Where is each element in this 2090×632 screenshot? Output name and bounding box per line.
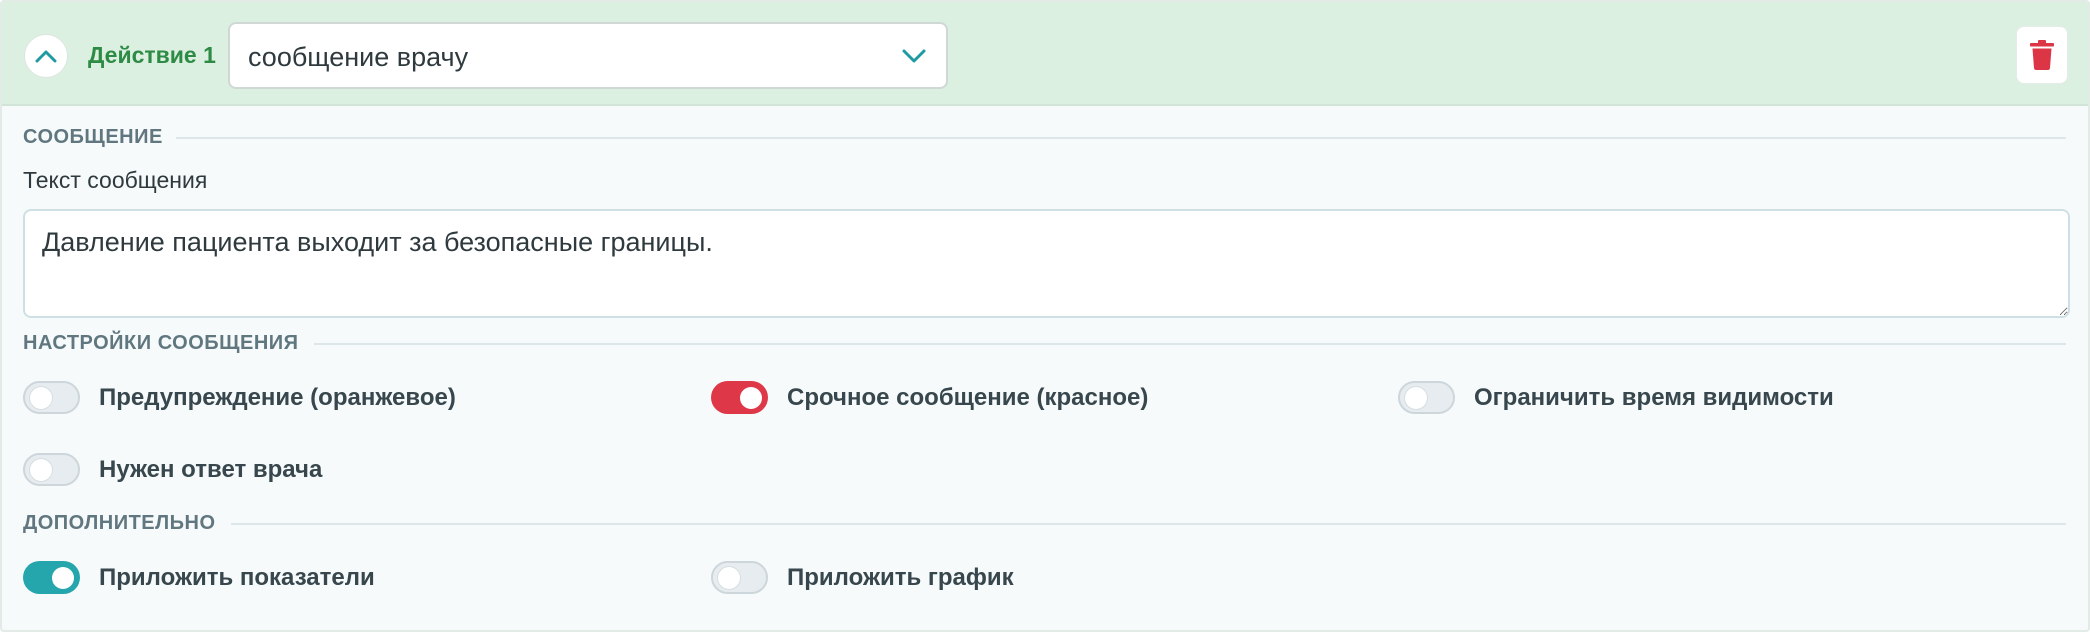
toggle-doctor-reply[interactable]: Нужен ответ врача bbox=[23, 453, 322, 486]
toggle-switch[interactable] bbox=[711, 381, 768, 414]
toggle-switch[interactable] bbox=[23, 381, 80, 414]
toggle-label: Срочное сообщение (красное) bbox=[787, 383, 1149, 411]
toggle-limit-visibility[interactable]: Ограничить время видимости bbox=[1398, 381, 1834, 414]
action-type-select[interactable]: сообщение врачу bbox=[228, 22, 948, 89]
toggle-label: Приложить график bbox=[787, 563, 1014, 591]
message-text-input[interactable]: Давление пациента выходит за безопасные … bbox=[23, 209, 2070, 318]
chevron-up-icon bbox=[35, 50, 57, 63]
toggle-label: Приложить показатели bbox=[99, 563, 375, 591]
section-divider bbox=[176, 137, 2066, 139]
chevron-down-icon bbox=[902, 49, 926, 63]
toggle-knob bbox=[30, 458, 52, 481]
toggle-warning-orange[interactable]: Предупреждение (оранжевое) bbox=[23, 381, 456, 414]
toggle-label: Предупреждение (оранжевое) bbox=[99, 383, 456, 411]
toggle-knob bbox=[30, 386, 52, 409]
section-divider bbox=[231, 523, 2066, 525]
section-divider bbox=[314, 343, 2066, 345]
toggle-knob bbox=[52, 566, 74, 589]
toggle-knob bbox=[718, 566, 740, 589]
trash-icon bbox=[2030, 40, 2054, 70]
action-panel: Действие 1 сообщение врачу СООБЩЕНИЕ Тек… bbox=[0, 0, 2090, 632]
toggle-switch[interactable] bbox=[711, 561, 768, 594]
toggle-switch[interactable] bbox=[23, 561, 80, 594]
delete-action-button[interactable] bbox=[2016, 26, 2068, 84]
toggle-switch[interactable] bbox=[1398, 381, 1455, 414]
toggle-knob bbox=[740, 386, 762, 409]
toggle-switch[interactable] bbox=[23, 453, 80, 486]
message-text-label: Текст сообщения bbox=[23, 167, 208, 193]
toggle-attach-vitals[interactable]: Приложить показатели bbox=[23, 561, 375, 594]
action-title: Действие 1 bbox=[88, 42, 216, 68]
toggle-urgent-red[interactable]: Срочное сообщение (красное) bbox=[711, 381, 1148, 414]
section-title-message: СООБЩЕНИЕ bbox=[23, 126, 163, 148]
collapse-button[interactable] bbox=[24, 34, 68, 78]
action-type-value: сообщение врачу bbox=[248, 42, 469, 72]
toggle-attach-chart[interactable]: Приложить график bbox=[711, 561, 1014, 594]
toggle-knob bbox=[1405, 386, 1427, 409]
action-header: Действие 1 сообщение врачу bbox=[2, 2, 2088, 106]
toggle-label: Нужен ответ врача bbox=[99, 455, 323, 483]
toggle-label: Ограничить время видимости bbox=[1474, 383, 1834, 411]
section-title-extra: ДОПОЛНИТЕЛЬНО bbox=[23, 512, 216, 534]
section-title-settings: НАСТРОЙКИ СООБЩЕНИЯ bbox=[23, 332, 299, 354]
